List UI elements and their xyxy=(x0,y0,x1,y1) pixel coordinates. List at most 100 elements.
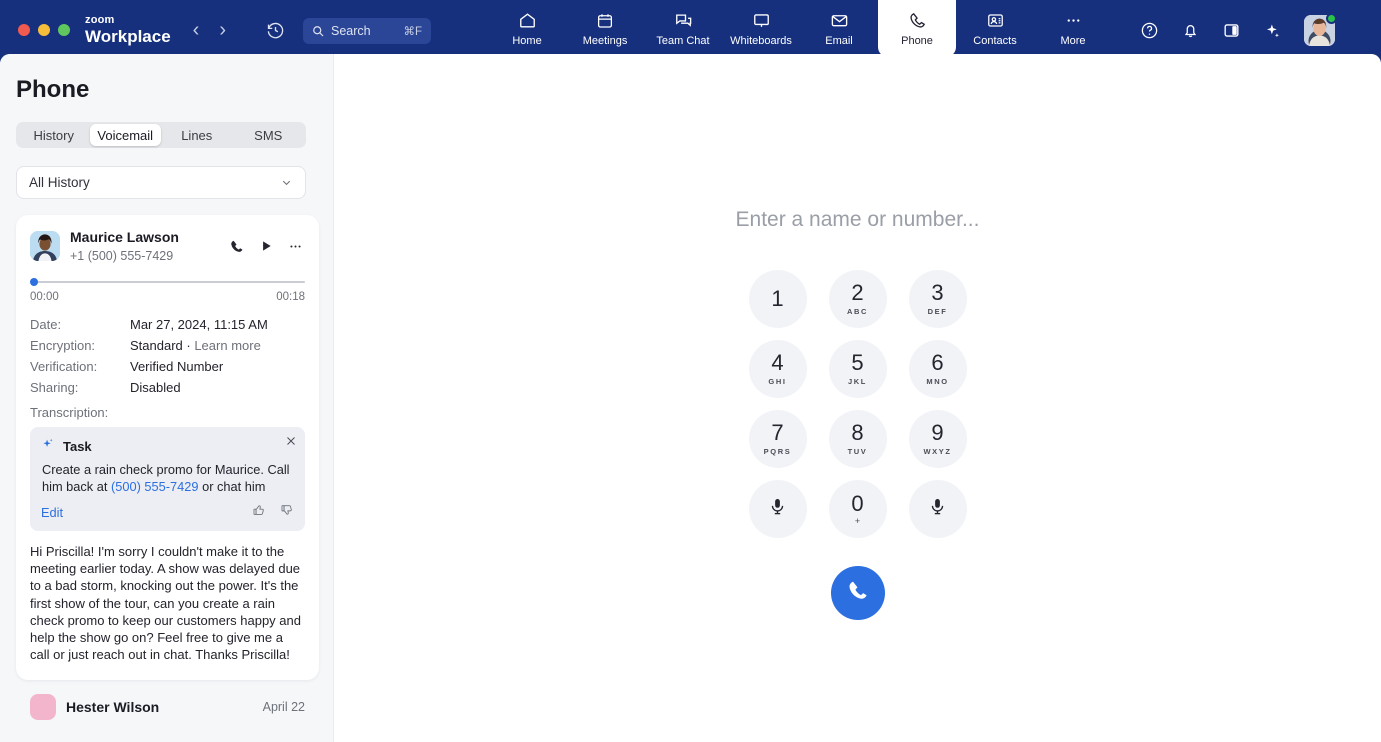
key-digit: 2 xyxy=(851,280,864,305)
meta-row-date: Date: Mar 27, 2024, 11:15 AM xyxy=(30,317,305,332)
task-phone-link[interactable]: (500) 555-7429 xyxy=(111,479,199,494)
user-avatar[interactable] xyxy=(1304,12,1338,46)
task-footer: Edit xyxy=(41,503,294,522)
dialpad-key-star[interactable] xyxy=(748,480,807,538)
search-shortcut: ⌘F xyxy=(403,26,423,38)
tab-voicemail[interactable]: Voicemail xyxy=(89,124,161,146)
close-icon[interactable] xyxy=(285,434,297,452)
key-letters: PQRS xyxy=(763,447,792,456)
nav-arrows: ‹ › xyxy=(193,0,285,60)
dial-input[interactable]: Enter a name or number... xyxy=(334,208,1381,232)
minimize-window-button[interactable] xyxy=(38,24,50,36)
dialpad-key-4[interactable]: 4 GHI xyxy=(748,340,807,398)
home-icon xyxy=(518,11,537,31)
ai-sparkle-icon[interactable] xyxy=(1263,21,1282,40)
more-options-icon[interactable] xyxy=(288,239,303,254)
meta-value-verification: Verified Number xyxy=(130,358,224,374)
tab-sms[interactable]: SMS xyxy=(233,124,305,146)
thumbs-up-icon[interactable] xyxy=(252,503,266,522)
dialpad-row: 0 + xyxy=(748,480,967,538)
call-button[interactable] xyxy=(830,566,885,620)
meta-label-verification: Verification: xyxy=(30,358,98,374)
main-nav-tabs: Home Meetings Team Chat Whiteboards Emai… xyxy=(488,0,1112,60)
key-digit: 6 xyxy=(931,350,944,375)
tab-more-label: More xyxy=(1060,34,1086,47)
phone-section-tabs: History Voicemail Lines SMS xyxy=(16,122,306,148)
history-icon[interactable] xyxy=(266,0,285,60)
back-button[interactable]: ‹ xyxy=(193,20,200,40)
tab-meetings-label: Meetings xyxy=(582,34,628,47)
tab-history[interactable]: History xyxy=(18,124,90,146)
dialpad-key-5[interactable]: 5 JKL xyxy=(828,340,887,398)
meta-row-sharing: Sharing: Disabled xyxy=(30,380,305,395)
dialpad-key-3[interactable]: 3 DEF xyxy=(908,270,967,328)
meta-value-encryption: Standard · Learn more xyxy=(130,338,261,353)
history-filter-dropdown[interactable]: All History xyxy=(16,166,306,199)
key-digit: 0 xyxy=(851,490,864,516)
dialpad-key-hash[interactable] xyxy=(908,480,967,538)
tab-meetings[interactable]: Meetings xyxy=(566,0,644,57)
progress-knob[interactable] xyxy=(30,277,38,286)
tab-whiteboards-label: Whiteboards xyxy=(730,34,792,47)
envelope-icon xyxy=(830,11,849,31)
app-body: Phone History Voicemail Lines SMS All Hi… xyxy=(0,54,1381,742)
side-panel-icon[interactable] xyxy=(1222,21,1241,40)
tab-home-label: Home xyxy=(512,34,542,47)
voicemail-card[interactable]: Maurice Lawson +1 (500) 555-7429 00:00 0… xyxy=(16,215,319,680)
tab-contacts[interactable]: Contacts xyxy=(956,0,1034,57)
key-plus: + xyxy=(854,515,861,526)
play-icon[interactable] xyxy=(259,239,273,253)
dialpad-panel: Enter a name or number... 1 2 ABC 3 DEF xyxy=(334,54,1381,742)
dialpad-key-9[interactable]: 9 WXYZ xyxy=(908,410,967,468)
dialpad-key-6[interactable]: 6 MNO xyxy=(908,340,967,398)
edit-task-button[interactable]: Edit xyxy=(41,505,63,520)
search-input[interactable]: Search ⌘F xyxy=(303,18,432,44)
forward-button[interactable]: › xyxy=(219,20,226,40)
call-back-icon[interactable] xyxy=(229,239,244,254)
thumbs-down-icon[interactable] xyxy=(280,503,294,522)
header-tools xyxy=(1140,0,1338,60)
close-window-button[interactable] xyxy=(18,24,30,36)
dialpad-key-1[interactable]: 1 xyxy=(748,270,807,328)
contact-info: Maurice Lawson +1 (500) 555-7429 xyxy=(70,229,219,264)
key-letters: ABC xyxy=(846,307,869,316)
chevron-down-icon xyxy=(282,180,291,186)
key-digit: 3 xyxy=(931,280,944,305)
tab-team-chat-label: Team Chat xyxy=(656,34,710,47)
dialpad-row: 1 2 ABC 3 DEF xyxy=(748,270,967,328)
app-window: zoom Workplace ‹ › Search ⌘F Home Meetin… xyxy=(0,0,1381,742)
audio-progress-slider[interactable] xyxy=(30,277,305,286)
meta-value-sharing: Disabled xyxy=(130,379,181,395)
dialpad-key-7[interactable]: 7 PQRS xyxy=(748,410,807,468)
tab-phone[interactable]: Phone xyxy=(878,0,957,57)
meta-row-encryption: Encryption: Standard · Learn more xyxy=(30,338,305,353)
dialpad-key-8[interactable]: 8 TUV xyxy=(828,410,887,468)
tab-team-chat[interactable]: Team Chat xyxy=(644,0,722,57)
tab-email[interactable]: Email xyxy=(800,0,878,57)
help-icon[interactable] xyxy=(1140,21,1159,40)
tab-more[interactable]: More xyxy=(1034,0,1112,57)
history-filter-value: All History xyxy=(29,175,90,190)
task-header: Task xyxy=(41,437,294,456)
task-text-after: or chat him xyxy=(198,478,266,494)
tab-whiteboards[interactable]: Whiteboards xyxy=(722,0,800,57)
voicemail-transcript: Hi Priscilla! I'm sorry I couldn't make … xyxy=(30,543,301,663)
tab-home[interactable]: Home xyxy=(488,0,566,57)
contact-number: +1 (500) 555-7429 xyxy=(70,248,174,263)
tab-lines[interactable]: Lines xyxy=(161,124,233,146)
progress-track xyxy=(32,280,305,283)
total-time: 00:18 xyxy=(276,290,305,303)
current-time: 00:00 xyxy=(30,290,59,303)
dialpad-key-0[interactable]: 0 + xyxy=(828,480,887,538)
list-item[interactable]: Hester Wilson April 22 xyxy=(16,692,319,720)
meta-row-verification: Verification: Verified Number xyxy=(30,359,305,374)
dialpad-key-2[interactable]: 2 ABC xyxy=(828,270,887,328)
voicemail-actions xyxy=(229,239,305,254)
meta-label-sharing: Sharing: xyxy=(30,379,79,395)
bell-icon[interactable] xyxy=(1181,21,1200,40)
maximize-window-button[interactable] xyxy=(58,24,70,36)
tab-phone-label: Phone xyxy=(901,34,933,47)
learn-more-link[interactable]: Learn more xyxy=(194,338,260,353)
title-bar: zoom Workplace ‹ › Search ⌘F Home Meetin… xyxy=(0,0,1381,60)
dialpad-row: 4 GHI 5 JKL 6 MNO xyxy=(748,340,967,398)
